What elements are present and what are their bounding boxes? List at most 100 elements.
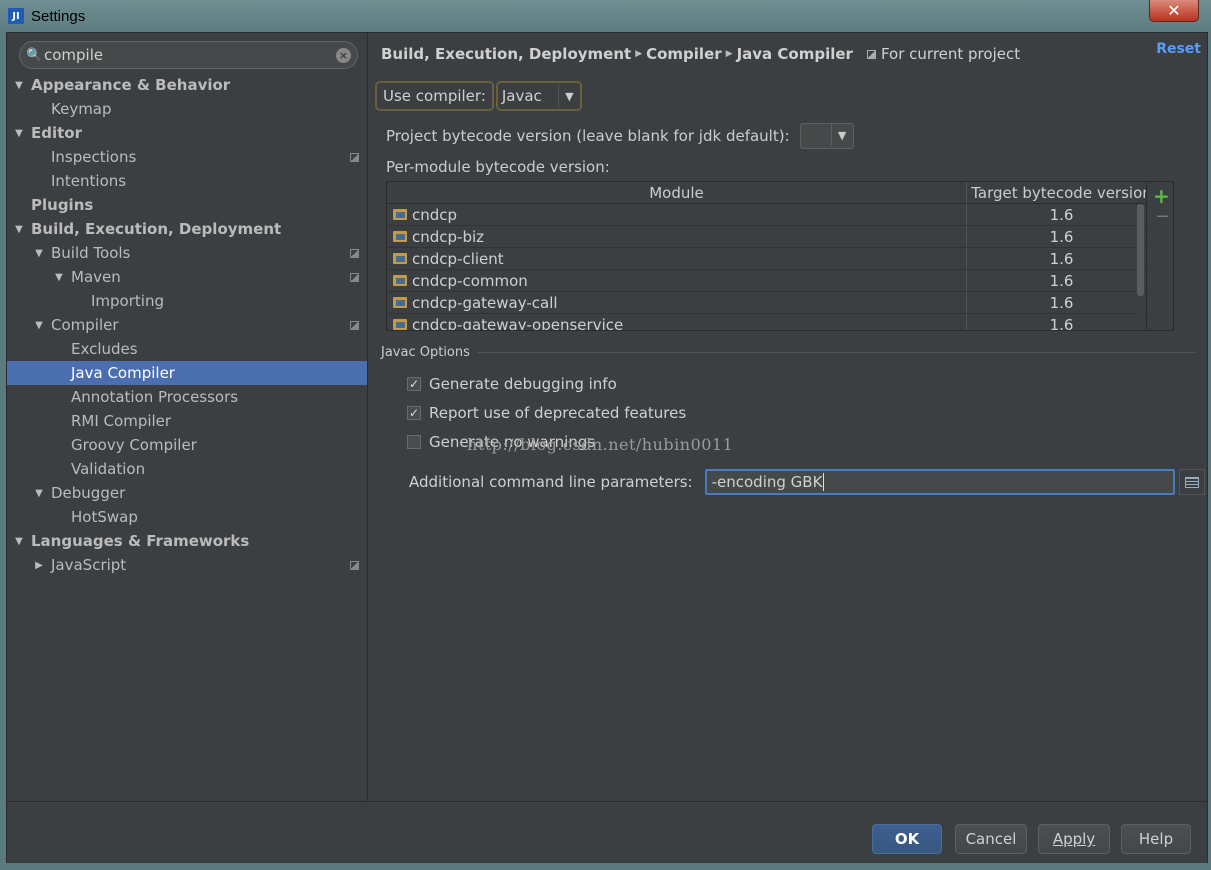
table-row[interactable]: cndcp 1.6: [387, 204, 1173, 226]
tree-item-maven[interactable]: ▼ Maven: [7, 265, 367, 289]
module-name: cndcp-client: [412, 249, 504, 268]
tree-item-debugger[interactable]: ▼ Debugger: [7, 481, 367, 505]
collapse-arrow-icon[interactable]: ▼: [33, 320, 45, 331]
chevron-down-icon: ▼: [557, 85, 580, 107]
breadcrumb-separator-icon: ▶: [635, 49, 643, 59]
module-cell[interactable]: cndcp-biz: [387, 226, 967, 247]
breadcrumb-item-compiler: Compiler: [646, 45, 722, 63]
collapse-arrow-icon[interactable]: ▼: [13, 80, 25, 91]
javac-options-group: Javac Options: [381, 345, 1195, 360]
collapse-arrow-icon[interactable]: ▼: [13, 224, 25, 235]
intellij-app-icon: JI: [8, 8, 24, 24]
target-version-cell[interactable]: 1.6: [967, 314, 1157, 330]
help-button[interactable]: Help: [1121, 824, 1191, 854]
collapse-arrow-icon[interactable]: ▼: [33, 248, 45, 259]
project-scope-icon: [866, 49, 876, 59]
module-cell[interactable]: cndcp: [387, 204, 967, 225]
project-bytecode-label: Project bytecode version (leave blank fo…: [386, 127, 790, 145]
tree-item-importing[interactable]: Importing: [7, 289, 367, 313]
scrollbar-thumb[interactable]: [1137, 204, 1144, 296]
module-cell[interactable]: cndcp-client: [387, 248, 967, 269]
tree-item-rmi-compiler[interactable]: RMI Compiler: [7, 409, 367, 433]
reset-link[interactable]: Reset: [1156, 41, 1201, 57]
module-folder-icon: [393, 209, 407, 220]
remove-module-icon[interactable]: −: [1155, 206, 1170, 227]
report-deprecated-checkbox[interactable]: ✓ Report use of deprecated features: [407, 404, 686, 422]
tree-item-compiler[interactable]: ▼ Compiler: [7, 313, 367, 337]
target-version-cell[interactable]: 1.6: [967, 248, 1157, 269]
additional-params-label: Additional command line parameters:: [409, 473, 693, 491]
tree-item-hotswap[interactable]: HotSwap: [7, 505, 367, 529]
tree-item-build-execution-deployment[interactable]: ▼ Build, Execution, Deployment: [7, 217, 367, 241]
module-cell[interactable]: cndcp-common: [387, 270, 967, 291]
tree-item-excludes[interactable]: Excludes: [7, 337, 367, 361]
table-row[interactable]: cndcp-client 1.6: [387, 248, 1173, 270]
tree-item-groovy-compiler[interactable]: Groovy Compiler: [7, 433, 367, 457]
version-column-header[interactable]: Target bytecode version: [967, 182, 1157, 203]
project-bytecode-select[interactable]: ▼: [799, 123, 854, 149]
module-cell[interactable]: cndcp-gateway-call: [387, 292, 967, 313]
module-name: cndcp: [412, 205, 458, 224]
module-name: cndcp-common: [412, 271, 528, 290]
window-title: Settings: [31, 7, 86, 25]
collapse-arrow-icon[interactable]: ▼: [33, 488, 45, 499]
tree-item-label: Editor: [31, 124, 82, 142]
table-row[interactable]: cndcp-gateway-openservice 1.6: [387, 314, 1173, 331]
project-bytecode-row: Project bytecode version (leave blank fo…: [386, 123, 854, 149]
project-scope-icon: [350, 560, 359, 570]
tree-item-intentions[interactable]: Intentions: [7, 169, 367, 193]
tree-item-annotation-processors[interactable]: Annotation Processors: [7, 385, 367, 409]
tree-item-appearance-behavior[interactable]: ▼ Appearance & Behavior: [7, 73, 367, 97]
generate-debugging-info-checkbox[interactable]: ✓ Generate debugging info: [407, 375, 617, 393]
target-version-cell[interactable]: 1.6: [967, 204, 1157, 225]
settings-sidebar: 🔍 compile × ▼ Appearance & Behavior Keymap…: [7, 33, 368, 801]
checkbox-checked[interactable]: ✓: [407, 377, 421, 391]
tree-item-label: Inspections: [51, 148, 137, 166]
clear-search-icon[interactable]: ×: [336, 47, 351, 63]
module-name: cndcp-gateway-openservice: [412, 315, 624, 331]
search-value[interactable]: compile: [44, 46, 336, 64]
tree-item-build-tools[interactable]: ▼ Build Tools: [7, 241, 367, 265]
table-row[interactable]: cndcp-biz 1.6: [387, 226, 1173, 248]
expand-params-button[interactable]: [1178, 469, 1205, 495]
tree-item-languages-frameworks[interactable]: ▼ Languages & Frameworks: [7, 529, 367, 553]
collapse-arrow-icon[interactable]: ▼: [13, 128, 25, 139]
for-current-project: For current project: [866, 45, 1020, 63]
checkbox-unchecked[interactable]: [407, 435, 421, 449]
additional-params-input[interactable]: -encoding GBK: [704, 469, 1175, 495]
collapse-arrow-icon[interactable]: ▼: [53, 272, 65, 283]
tree-item-label: Build, Execution, Deployment: [31, 220, 282, 238]
cancel-button[interactable]: Cancel: [955, 824, 1027, 854]
collapse-arrow-icon[interactable]: ▼: [13, 536, 25, 547]
per-module-label: Per-module bytecode version:: [386, 158, 610, 176]
tree-item-javascript[interactable]: ▶ JavaScript: [7, 553, 367, 577]
tree-item-keymap[interactable]: Keymap: [7, 97, 367, 121]
module-cell[interactable]: cndcp-gateway-openservice: [387, 314, 967, 331]
target-version-cell[interactable]: 1.6: [967, 270, 1157, 291]
chevron-down-icon: ▼: [830, 124, 853, 146]
settings-dialog: 🔍 compile × ▼ Appearance & Behavior Keymap…: [6, 32, 1208, 863]
window-close-button[interactable]: ✕: [1149, 0, 1199, 22]
checkbox-label: Report use of deprecated features: [429, 404, 687, 422]
module-column-header[interactable]: Module: [387, 182, 967, 203]
checkbox-label: Generate debugging info: [429, 375, 617, 393]
apply-button[interactable]: Apply: [1038, 824, 1110, 854]
settings-search-input[interactable]: 🔍 compile ×: [19, 41, 358, 69]
checkbox-checked[interactable]: ✓: [407, 406, 421, 420]
tree-item-java-compiler[interactable]: Java Compiler: [7, 361, 367, 385]
table-row[interactable]: cndcp-common 1.6: [387, 270, 1173, 292]
target-version-cell[interactable]: 1.6: [967, 226, 1157, 247]
table-row[interactable]: cndcp-gateway-call 1.6: [387, 292, 1173, 314]
target-version-cell[interactable]: 1.6: [967, 292, 1157, 313]
tree-item-plugins[interactable]: Plugins: [7, 193, 367, 217]
module-folder-icon: [393, 319, 407, 330]
expand-arrow-icon[interactable]: ▶: [33, 560, 45, 571]
add-module-icon[interactable]: +: [1153, 184, 1170, 208]
ok-button[interactable]: OK: [872, 824, 942, 854]
tree-item-editor[interactable]: ▼ Editor: [7, 121, 367, 145]
tree-item-validation[interactable]: Validation: [7, 457, 367, 481]
table-scrollbar[interactable]: [1135, 204, 1145, 330]
tree-item-inspections[interactable]: Inspections: [7, 145, 367, 169]
tree-item-label: Debugger: [51, 484, 126, 502]
compiler-select[interactable]: Javac ▼: [495, 81, 582, 111]
